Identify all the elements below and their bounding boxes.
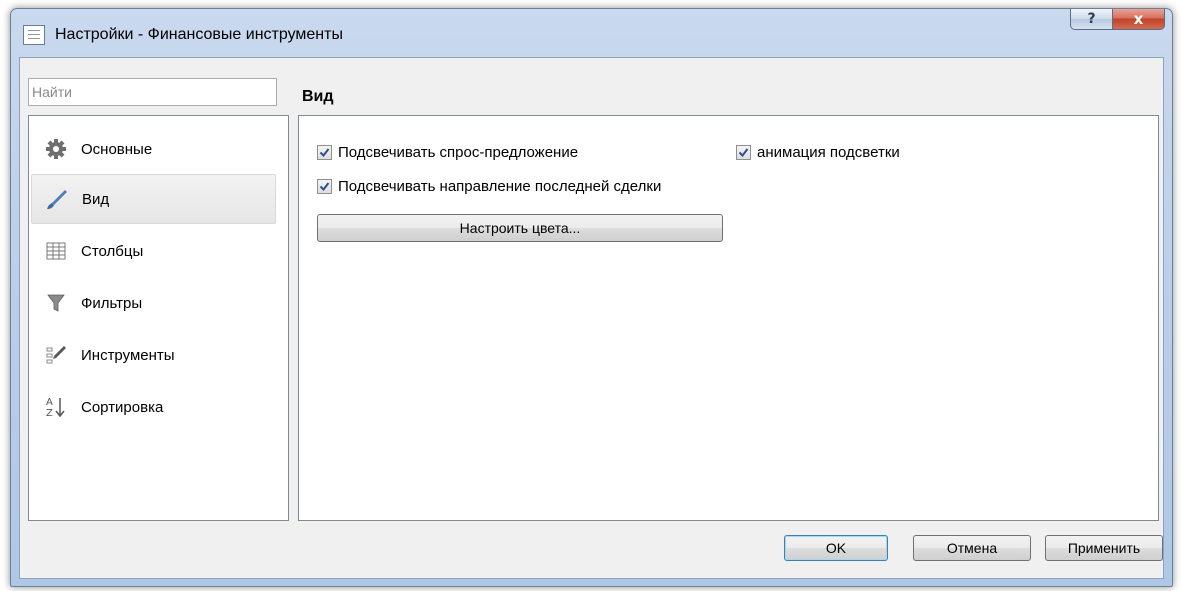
sidebar-item-label: Столбцы xyxy=(81,242,144,260)
view-settings-panel: Подсвечивать спрос-предложение анимация … xyxy=(298,115,1159,521)
help-icon: ? xyxy=(1087,11,1096,27)
sidebar-item-label: Фильтры xyxy=(81,294,143,312)
checkbox-box[interactable] xyxy=(317,145,332,160)
sidebar-item-tools[interactable]: Инструменты xyxy=(31,330,276,380)
apply-button[interactable]: Применить xyxy=(1045,535,1163,561)
highlight-bid-ask-checkbox[interactable]: Подсвечивать спрос-предложение xyxy=(317,144,578,161)
svg-text:A: A xyxy=(46,397,53,408)
checkbox-box[interactable] xyxy=(317,179,332,194)
window-title: Настройки - Финансовые инструменты xyxy=(55,26,343,43)
close-button[interactable]: x xyxy=(1112,9,1165,30)
sidebar-item-columns[interactable]: Столбцы xyxy=(31,226,276,276)
close-icon: x xyxy=(1133,10,1144,28)
check-icon xyxy=(738,148,749,158)
ok-button[interactable]: OK xyxy=(784,535,888,561)
search-input[interactable] xyxy=(32,84,273,100)
highlight-animation-checkbox[interactable]: анимация подсветки xyxy=(736,144,900,161)
configure-colors-button[interactable]: Настроить цвета... xyxy=(317,214,723,242)
tools-icon xyxy=(43,342,69,368)
filter-icon xyxy=(43,290,69,316)
window-icon xyxy=(23,25,45,45)
checkbox-label: Подсвечивать направление последней сделк… xyxy=(338,178,662,195)
checkbox-label: анимация подсветки xyxy=(757,144,900,161)
sidebar-item-main[interactable]: Основные xyxy=(31,124,276,174)
svg-text:Z: Z xyxy=(46,408,53,419)
checkbox-label: Подсвечивать спрос-предложение xyxy=(338,144,579,161)
sidebar-item-filters[interactable]: Фильтры xyxy=(31,278,276,328)
check-icon xyxy=(319,148,330,158)
help-button[interactable]: ? xyxy=(1070,9,1113,30)
sort-az-icon: A Z xyxy=(43,394,69,420)
section-title: Вид xyxy=(302,88,334,105)
sidebar-item-label: Основные xyxy=(81,140,153,158)
check-icon xyxy=(319,182,330,192)
search-field[interactable] xyxy=(28,78,277,106)
highlight-last-trade-checkbox[interactable]: Подсвечивать направление последней сделк… xyxy=(317,178,661,195)
title-bar[interactable]: Настройки - Финансовые инструменты ? x xyxy=(11,9,1172,57)
settings-nav: Основные Вид Столбцы Фильтры Инструменты… xyxy=(28,115,289,521)
sidebar-item-label: Вид xyxy=(82,190,110,208)
columns-icon xyxy=(43,238,69,264)
sidebar-item-sorting[interactable]: A Z Сортировка xyxy=(31,382,276,432)
checkbox-box[interactable] xyxy=(736,145,751,160)
sidebar-item-label: Сортировка xyxy=(81,398,164,416)
cancel-button[interactable]: Отмена xyxy=(913,535,1031,561)
sidebar-item-view[interactable]: Вид xyxy=(31,174,276,224)
brush-icon xyxy=(44,186,70,212)
gear-icon xyxy=(43,136,69,162)
sidebar-item-label: Инструменты xyxy=(81,346,175,364)
